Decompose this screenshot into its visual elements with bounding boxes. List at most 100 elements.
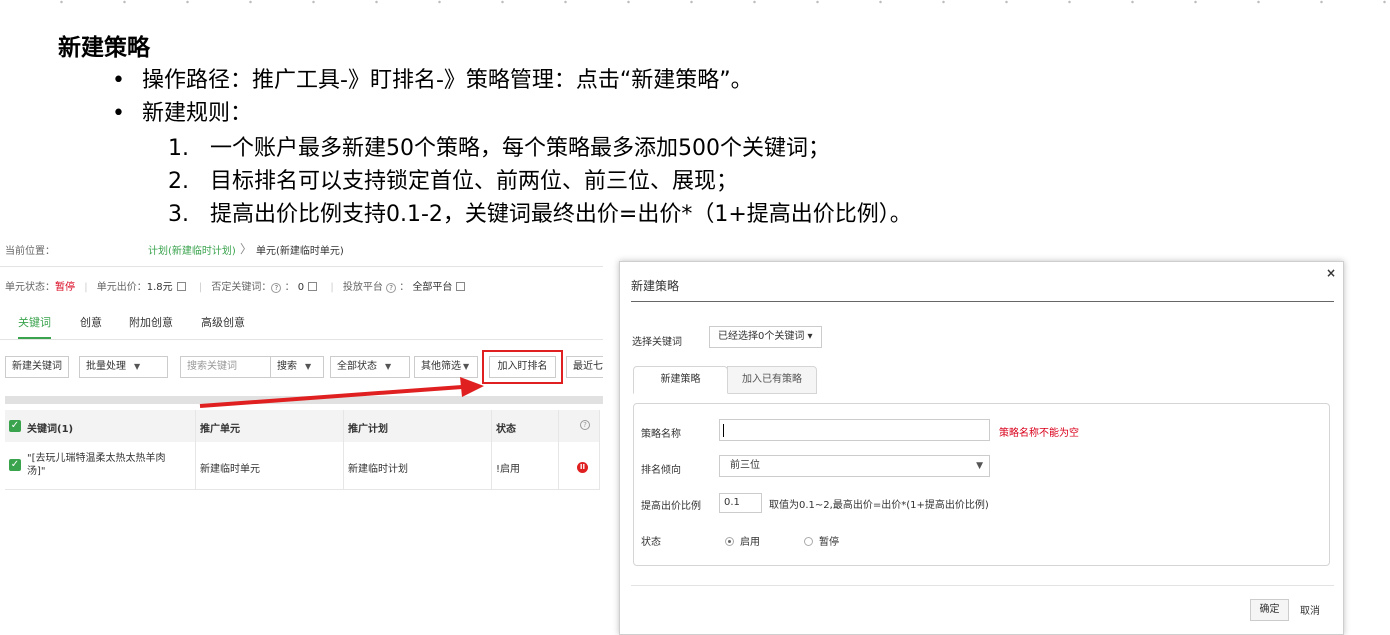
status-enable-radio[interactable]: 启用 (725, 533, 760, 548)
radio-unchecked-icon (804, 537, 813, 546)
edit-icon[interactable] (308, 282, 318, 291)
keyword-manager-panel: 当前位置： 计划(新建临时计划) 〉 单元(新建临时单元) 单元状态：暂停 | … (0, 234, 603, 635)
strategy-name-label: 策略名称 (641, 429, 681, 440)
col-plan[interactable]: 推广计划 (348, 420, 388, 435)
caret-down-icon: ▼ (463, 362, 470, 371)
negative-keyword-value: 0 (297, 282, 305, 293)
search-label: 搜索 (277, 361, 297, 372)
bullet-path: • 操作路径：推广工具-》盯排名-》策略管理：点击“新建策略”。 (112, 62, 753, 94)
status-pause-radio[interactable]: 暂停 (804, 533, 839, 548)
search-button[interactable]: 搜索 ▼ (270, 356, 324, 378)
bullet-text: 操作路径：推广工具-》盯排名-》策略管理：点击“新建策略”。 (142, 68, 753, 93)
breadcrumb-plan-link[interactable]: 计划(新建临时计划) (148, 242, 236, 257)
rule-item: 1. 一个账户最多新建50个策略，每个策略最多添加500个关键词； (168, 130, 830, 162)
col-keyword[interactable]: 关键词(1) (27, 420, 73, 435)
rule-number: 1. (168, 136, 189, 161)
strategy-name-input[interactable] (719, 419, 990, 441)
tab-join-existing-strategy[interactable]: 加入已有策略 (727, 366, 817, 394)
rule-text: 提高出价比例支持0.1-2，关键词最终出价=出价*（1+提高出价比例）。 (210, 202, 912, 227)
bullet-dot: • (112, 68, 125, 93)
other-filter-dropdown[interactable]: 其他筛选 ▼ (414, 356, 478, 378)
caret-down-icon: ▼ (385, 362, 392, 371)
column-divider (558, 410, 559, 490)
rank-preference-value: 前三位 (730, 460, 760, 471)
rule-item: 2. 目标排名可以支持锁定首位、前两位、前三位、展现； (168, 163, 738, 195)
bullet-rules: • 新建规则： (112, 95, 252, 127)
cell-keyword: "[去玩儿瑞特温柔太热太热羊肉汤]" (27, 453, 166, 477)
tab-advanced-creative[interactable]: 高级创意 (201, 314, 245, 337)
tab-bar: 关键词 创意 附加创意 高级创意 (0, 314, 603, 340)
select-keyword-dropdown[interactable]: 已经选择0个关键词 ▾ (709, 326, 822, 348)
help-icon: ? (386, 283, 397, 293)
rule-item: 3. 提高出价比例支持0.1-2，关键词最终出价=出价*（1+提高出价比例）。 (168, 196, 912, 228)
bid-ratio-label: 提高出价比例 (641, 501, 701, 512)
dotted-border (0, 0, 1390, 6)
close-icon[interactable]: × (1326, 266, 1336, 280)
cell-unit[interactable]: 新建临时单元 (200, 460, 260, 475)
rank-preference-select[interactable]: 前三位 ▼ (719, 455, 990, 477)
edit-icon[interactable] (176, 282, 186, 291)
bullet-text: 新建规则： (142, 101, 253, 126)
bullet-dot: • (112, 101, 125, 126)
column-divider (599, 410, 600, 490)
select-keyword-label: 选择关键词 (632, 337, 682, 348)
highlight-box (482, 350, 563, 384)
negative-keyword-label: 否定关键词： (211, 282, 272, 293)
divider (631, 585, 1334, 586)
recent-dropdown[interactable]: 最近七 (566, 356, 603, 378)
dialog-title: 新建策略 (631, 279, 680, 293)
edit-icon[interactable] (456, 282, 466, 291)
confirm-button[interactable]: 确定 (1250, 599, 1289, 621)
new-keyword-button[interactable]: 新建关键词 (5, 356, 69, 378)
rule-text: 一个账户最多新建50个策略，每个策略最多添加500个关键词； (210, 136, 830, 161)
search-input[interactable]: 搜索关键词 (180, 356, 271, 378)
help-icon: ? (271, 283, 282, 293)
breadcrumb-current: 单元(新建临时单元) (256, 246, 344, 257)
tab-new-strategy[interactable]: 新建策略 (633, 366, 728, 394)
select-all-checkbox[interactable]: ✓ (9, 420, 21, 432)
radio-checked-icon (725, 537, 734, 546)
help-icon[interactable]: ? (580, 420, 590, 430)
rule-number: 2. (168, 169, 189, 194)
table-header: ✓ 关键词(1) 推广单元 推广计划 状态 (5, 410, 600, 442)
bid-ratio-note: 取值为0.1~2,最高出价=出价*(1+提高出价比例) (769, 500, 989, 511)
col-status[interactable]: 状态 (496, 420, 516, 435)
bid-ratio-input[interactable]: 0.1 (719, 493, 762, 513)
unit-state-label: 单元状态： (5, 282, 55, 293)
pause-icon[interactable]: II (577, 462, 588, 473)
status-filter-dropdown[interactable]: 全部状态 ▼ (330, 356, 410, 378)
caret-down-icon: ▼ (305, 362, 312, 371)
unit-state-value: 暂停 (55, 282, 75, 293)
text-caret (723, 424, 724, 437)
unit-status-row: 单元状态：暂停 | 单元出价：1.8元 | 否定关键词：? ： 0 | 投放平台… (5, 278, 469, 293)
platform-value: 全部平台 (412, 282, 453, 293)
status-filter-label: 全部状态 (337, 361, 377, 372)
rule-text: 目标排名可以支持锁定首位、前两位、前三位、展现； (210, 169, 739, 194)
breadcrumb-separator-icon: 〉 (240, 242, 253, 256)
table-row: ✓ "[去玩儿瑞特温柔太热太热羊肉汤]" 新建临时单元 新建临时计划 !启用 (5, 442, 600, 490)
batch-label: 批量处理 (86, 361, 126, 372)
new-strategy-dialog: 新建策略 × 选择关键词 已经选择0个关键词 ▾ 新建策略 加入已有策略 策略名… (619, 261, 1344, 635)
slide-title: 新建策略 (58, 35, 150, 61)
platform-label: 投放平台 (342, 282, 383, 293)
strategy-name-error: 策略名称不能为空 (999, 428, 1079, 439)
divider (0, 266, 603, 267)
col-unit[interactable]: 推广单元 (200, 420, 240, 435)
tab-creative[interactable]: 创意 (80, 314, 102, 337)
cancel-button[interactable]: 取消 (1300, 602, 1320, 617)
divider (631, 301, 1334, 302)
batch-dropdown[interactable]: 批量处理 ▼ (79, 356, 168, 378)
other-filter-label: 其他筛选 (421, 361, 461, 372)
scroll-bar[interactable] (5, 396, 603, 404)
cell-plan[interactable]: 新建临时计划 (348, 460, 408, 475)
row-checkbox[interactable]: ✓ (9, 459, 21, 471)
column-divider (491, 410, 492, 490)
tab-extra-creative[interactable]: 附加创意 (129, 314, 173, 337)
breadcrumb-label: 当前位置： (5, 246, 55, 257)
tab-keywords[interactable]: 关键词 (18, 314, 51, 339)
column-divider (195, 410, 196, 490)
unit-bid-label: 单元出价： (96, 282, 147, 293)
unit-bid-value: 1.8元 (146, 282, 173, 293)
status-pause-label: 暂停 (819, 537, 839, 548)
caret-down-icon: ▼ (134, 362, 141, 371)
